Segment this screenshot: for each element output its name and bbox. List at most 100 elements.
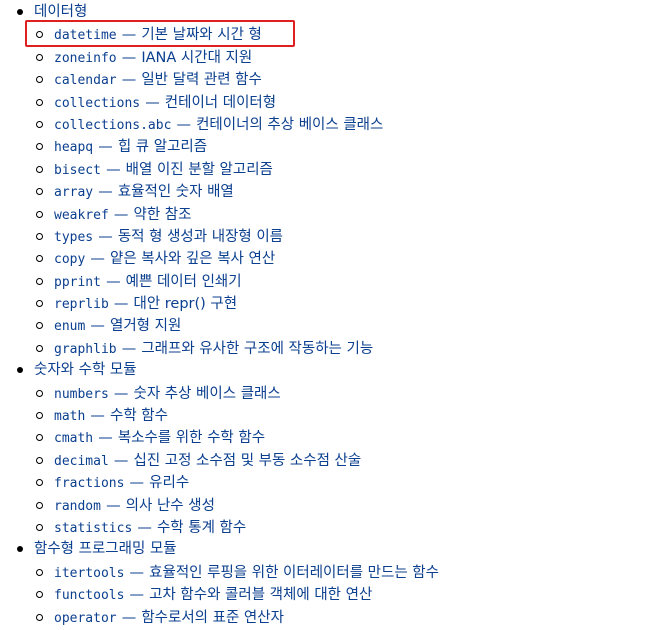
module-link[interactable]: zoneinfo — IANA 시간대 지원 xyxy=(54,46,252,70)
em-dash: — xyxy=(129,475,145,492)
module-link[interactable]: math — 수학 함수 xyxy=(54,404,168,428)
module-link[interactable]: calendar — 일반 달력 관련 함수 xyxy=(54,68,262,92)
module-description: IANA 시간대 지원 xyxy=(141,49,253,66)
module-list-item: types — 동적 형 생성과 내장형 이름 xyxy=(34,225,663,247)
module-link[interactable]: reprlib — 대안 repr() 구현 xyxy=(54,292,237,316)
module-list-item: heapq — 힙 큐 알고리즘 xyxy=(34,135,663,157)
module-link[interactable]: itertools — 효율적인 루핑을 위한 이터레이터를 만드는 함수 xyxy=(54,561,439,585)
module-link[interactable]: array — 효율적인 숫자 배열 xyxy=(54,180,234,204)
module-name: calendar xyxy=(54,73,117,89)
module-list-item: decimal — 십진 고정 소수점 및 부동 소수점 산술 xyxy=(34,449,663,471)
module-name: statistics xyxy=(54,520,133,536)
toc-section: 함수형 프로그래밍 모듈 itertools — 효율적인 루핑을 위한 이터레이… xyxy=(0,538,663,628)
module-description: 일반 달력 관련 함수 xyxy=(141,72,262,89)
disc-bullet-icon xyxy=(17,546,23,553)
module-name: random xyxy=(54,498,101,514)
module-link[interactable]: pprint — 예쁜 데이터 인쇄기 xyxy=(54,270,242,294)
section-title: 숫자와 수학 모듈 xyxy=(34,362,137,379)
module-name: bisect xyxy=(54,162,101,178)
em-dash: — xyxy=(98,430,113,447)
module-list-item: fractions — 유리수 xyxy=(34,471,663,493)
em-dash: — xyxy=(98,184,113,201)
em-dash: — xyxy=(90,251,105,268)
module-link[interactable]: cmath — 복소수를 위한 수학 함수 xyxy=(54,426,265,450)
module-name: datetime xyxy=(54,28,117,44)
module-name: math xyxy=(54,409,86,425)
module-link[interactable]: random — 의사 난수 생성 xyxy=(54,494,215,518)
module-name: weakref xyxy=(54,207,109,223)
circle-bullet-icon xyxy=(36,523,43,531)
module-list-item: enum — 열거형 지원 xyxy=(34,314,663,336)
module-link[interactable]: bisect — 배열 이진 분할 알고리즘 xyxy=(54,158,273,182)
circle-bullet-icon xyxy=(36,188,43,196)
module-list: numbers — 숫자 추상 베이스 클래스 math — 수학 함수 cmath… xyxy=(34,382,663,539)
module-description: 유리수 xyxy=(149,475,190,492)
module-list-item: itertools — 효율적인 루핑을 위한 이터레이터를 만드는 함수 xyxy=(34,561,663,583)
circle-bullet-icon xyxy=(36,255,43,263)
module-list-item: numbers — 숫자 추상 베이스 클래스 xyxy=(34,382,663,404)
module-list-item: math — 수학 함수 xyxy=(34,404,663,426)
module-link[interactable]: operator — 함수로서의 표준 연산자 xyxy=(54,606,284,630)
em-dash: — xyxy=(121,27,137,44)
module-link[interactable]: graphlib — 그래프와 유사한 구조에 작동하는 기능 xyxy=(54,337,373,361)
circle-bullet-icon xyxy=(36,53,43,61)
circle-bullet-icon xyxy=(36,456,43,464)
module-description: 숫자 추상 베이스 클래스 xyxy=(133,385,281,402)
module-link[interactable]: fractions — 유리수 xyxy=(54,471,189,495)
circle-bullet-icon xyxy=(36,568,43,576)
module-description: 기본 날짜와 시간 형 xyxy=(141,27,262,44)
module-name: cmath xyxy=(54,431,94,447)
module-list-item: calendar — 일반 달력 관련 함수 xyxy=(34,68,663,90)
circle-bullet-icon xyxy=(36,434,43,442)
em-dash: — xyxy=(98,139,113,156)
module-name: zoneinfo xyxy=(54,50,117,66)
module-link[interactable]: collections — 컨테이너 데이터형 xyxy=(54,91,276,115)
circle-bullet-icon xyxy=(36,210,43,218)
module-name: collections.abc xyxy=(54,117,172,133)
em-dash: — xyxy=(113,206,129,223)
section-title-link[interactable]: 숫자와 수학 모듈 xyxy=(17,359,663,381)
module-link[interactable]: statistics — 수학 통계 함수 xyxy=(54,516,246,540)
em-dash: — xyxy=(145,94,160,111)
module-link[interactable]: decimal — 십진 고정 소수점 및 부동 소수점 산술 xyxy=(54,449,361,473)
section-title-link[interactable]: 데이터형 xyxy=(17,1,663,23)
module-list-item: random — 의사 난수 생성 xyxy=(34,494,663,516)
module-name: enum xyxy=(54,319,86,335)
module-link[interactable]: datetime — 기본 날짜와 시간 형 xyxy=(54,23,262,47)
module-name: functools xyxy=(54,588,125,604)
em-dash: — xyxy=(129,587,145,604)
circle-bullet-icon xyxy=(36,613,43,621)
em-dash: — xyxy=(113,452,129,469)
module-link[interactable]: heapq — 힙 큐 알고리즘 xyxy=(54,135,207,159)
em-dash: — xyxy=(129,564,145,581)
module-name: types xyxy=(54,229,94,245)
module-link[interactable]: weakref — 약한 참조 xyxy=(54,203,191,227)
module-link[interactable]: types — 동적 형 생성과 내장형 이름 xyxy=(54,225,283,249)
em-dash: — xyxy=(90,408,105,425)
module-list-item: operator — 함수로서의 표준 연산자 xyxy=(34,606,663,628)
em-dash: — xyxy=(121,609,137,626)
module-description: 십진 고정 소수점 및 부동 소수점 산술 xyxy=(133,452,362,469)
module-name: numbers xyxy=(54,386,109,402)
module-description: 효율적인 루핑을 위한 이터레이터를 만드는 함수 xyxy=(149,564,439,581)
module-description: 약한 참조 xyxy=(133,206,192,223)
module-link[interactable]: numbers — 숫자 추상 베이스 클래스 xyxy=(54,382,281,406)
module-list-item: zoneinfo — IANA 시간대 지원 xyxy=(34,46,663,68)
circle-bullet-icon xyxy=(36,76,43,84)
module-list: datetime — 기본 날짜와 시간 형 zoneinfo — IANA 시간… xyxy=(34,23,663,359)
module-description: 고차 함수와 콜러블 객체에 대한 연산 xyxy=(149,587,373,604)
section-title-link[interactable]: 함수형 프로그래밍 모듈 xyxy=(17,538,663,560)
circle-bullet-icon xyxy=(36,120,43,128)
module-list-item: graphlib — 그래프와 유사한 구조에 작동하는 기능 xyxy=(34,337,663,359)
module-description: 수학 통계 함수 xyxy=(156,519,247,536)
module-link[interactable]: copy — 얕은 복사와 깊은 복사 연산 xyxy=(54,247,275,271)
table-of-contents: 데이터형 datetime — 기본 날짜와 시간 형 zoneinfo — IAN… xyxy=(0,1,663,628)
module-link[interactable]: enum — 열거형 지원 xyxy=(54,314,181,338)
module-description: 배열 이진 분할 알고리즘 xyxy=(125,161,273,178)
module-name: pprint xyxy=(54,274,101,290)
module-description: 얕은 복사와 깊은 복사 연산 xyxy=(110,251,276,268)
module-link[interactable]: collections.abc — 컨테이너의 추상 베이스 클래스 xyxy=(54,113,383,137)
disc-bullet-icon xyxy=(17,9,23,15)
module-link[interactable]: functools — 고차 함수와 콜러블 객체에 대한 연산 xyxy=(54,583,372,607)
em-dash: — xyxy=(90,318,105,335)
